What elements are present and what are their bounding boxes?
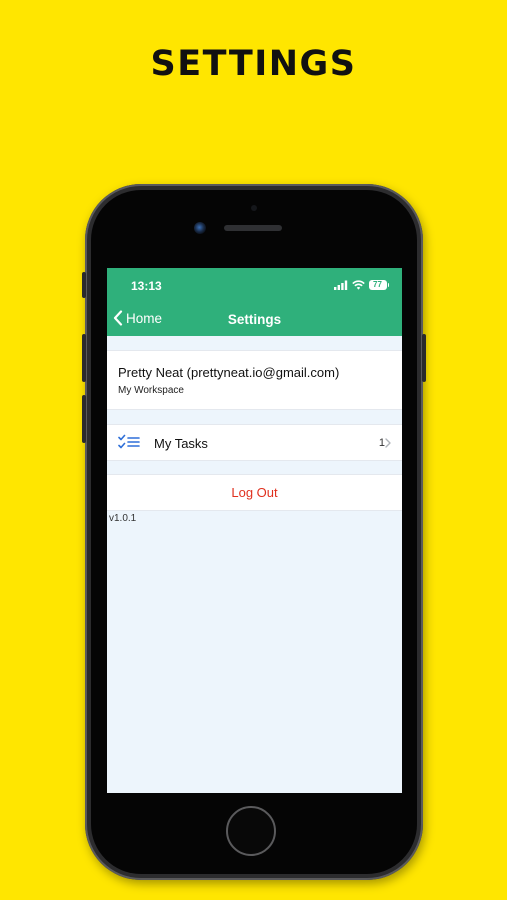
page-headline: SETTINGS <box>150 44 357 84</box>
wifi-icon <box>351 280 365 290</box>
checklist-icon <box>118 434 140 449</box>
proximity-sensor <box>251 205 257 211</box>
logout-button[interactable]: Log Out <box>107 485 402 500</box>
chevron-right-icon <box>385 438 391 448</box>
home-button[interactable] <box>226 806 276 856</box>
status-icons: 77 <box>333 279 389 291</box>
volume-up-button <box>82 334 86 382</box>
nav-title: Settings <box>227 312 282 327</box>
app-version: v1.0.1 <box>109 513 137 524</box>
battery-level: 77 <box>368 280 387 290</box>
battery-icon: 77 <box>368 280 389 290</box>
volume-down-button <box>82 395 86 443</box>
account-workspace: My Workspace <box>118 385 184 396</box>
status-time: 13:13 <box>131 279 162 293</box>
navigation-bar: 13:13 77 Home Settings <box>107 268 402 336</box>
power-button <box>422 334 426 382</box>
logout-row[interactable]: Log Out <box>107 474 402 511</box>
cellular-signal-icon <box>333 280 347 290</box>
app-screen: 13:13 77 Home Settings Pretty Neat (pret… <box>107 268 402 793</box>
my-tasks-row[interactable]: My Tasks 1 <box>107 424 402 461</box>
account-name-email: Pretty Neat (prettyneat.io@gmail.com) <box>118 365 340 380</box>
account-row[interactable]: Pretty Neat (prettyneat.io@gmail.com) My… <box>107 350 402 410</box>
mute-switch <box>82 272 86 298</box>
earpiece-speaker <box>224 225 282 231</box>
front-camera <box>194 222 206 234</box>
my-tasks-label: My Tasks <box>154 436 208 451</box>
